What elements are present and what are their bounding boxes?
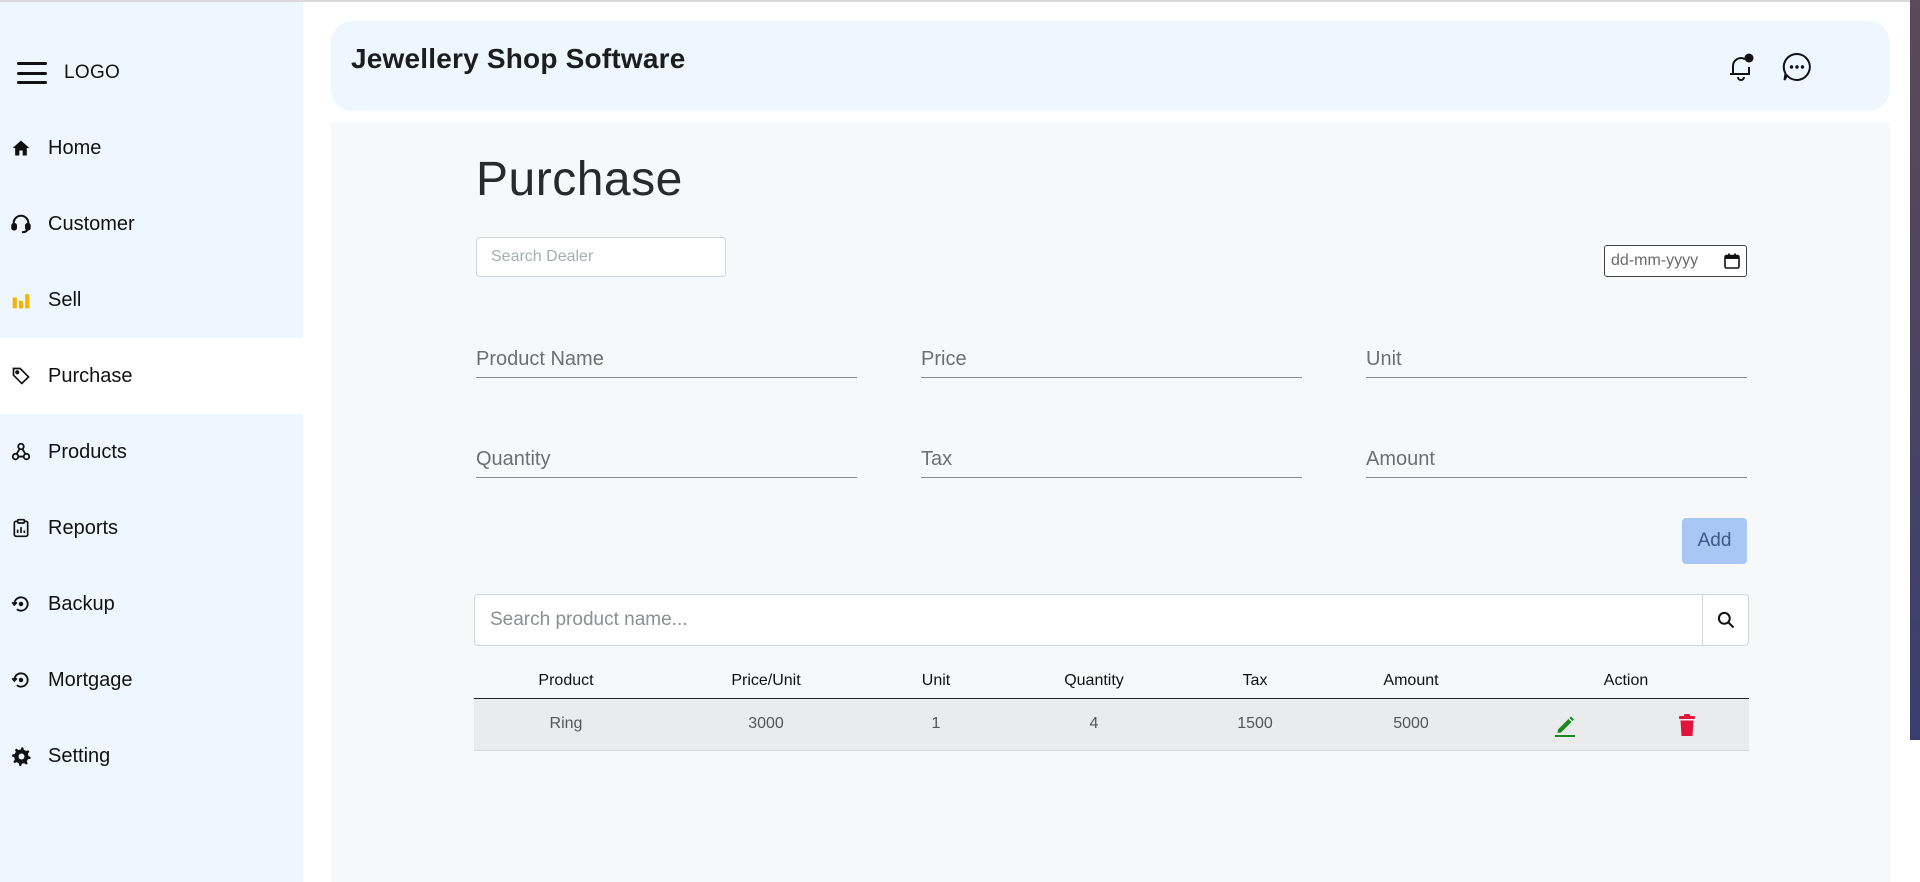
notification-bell-icon[interactable] xyxy=(1724,50,1758,84)
table-header: Product Price/Unit Unit Quantity Tax Amo… xyxy=(474,664,1749,699)
purchase-table: Product Price/Unit Unit Quantity Tax Amo… xyxy=(474,664,1749,751)
product-name-field[interactable]: Product Name xyxy=(476,338,857,378)
price-field[interactable]: Price xyxy=(921,338,1302,378)
delete-icon[interactable] xyxy=(1674,712,1700,738)
clipboard-icon xyxy=(10,517,32,539)
top-header: Jewellery Shop Software xyxy=(331,21,1890,111)
window-edge-strip xyxy=(1910,0,1920,740)
unit-field[interactable]: Unit xyxy=(1366,338,1747,378)
search-product-input[interactable] xyxy=(474,594,1703,646)
home-icon xyxy=(10,137,32,159)
field-label: Price xyxy=(921,348,967,370)
sidebar-item-label: Backup xyxy=(48,592,115,615)
tag-icon xyxy=(10,365,32,387)
sidebar-item-products[interactable]: Products xyxy=(0,414,303,490)
sidebar-item-setting[interactable]: Setting xyxy=(0,718,303,794)
field-label: Quantity xyxy=(476,448,551,470)
date-picker-input[interactable]: dd-mm-yyyy xyxy=(1604,245,1747,277)
tax-field[interactable]: Tax xyxy=(921,438,1302,478)
product-search-bar xyxy=(474,594,1749,646)
hamburger-menu-icon[interactable] xyxy=(17,62,47,84)
search-icon xyxy=(1717,611,1734,629)
logo-text: LOGO xyxy=(64,62,121,83)
column-header-quantity: Quantity xyxy=(1064,672,1124,689)
cell-price-unit: 3000 xyxy=(748,715,784,732)
cell-product: Ring xyxy=(549,715,583,732)
column-header-product: Product xyxy=(538,672,594,689)
sidebar-item-label: Reports xyxy=(48,516,119,539)
cell-unit: 1 xyxy=(931,715,941,732)
sidebar-item-reports[interactable]: Reports xyxy=(0,490,303,566)
column-header-unit: Unit xyxy=(921,672,951,689)
cell-amount: 5000 xyxy=(1393,715,1429,732)
sidebar-item-customer[interactable]: Customer xyxy=(0,186,303,262)
sidebar-item-label: Customer xyxy=(48,212,135,235)
quantity-field[interactable]: Quantity xyxy=(476,438,857,478)
sidebar-item-label: Sell xyxy=(48,288,82,311)
sidebar-item-mortgage[interactable]: Mortgage xyxy=(0,642,303,718)
sidebar: LOGO Home Customer Sell Purchase Product… xyxy=(0,2,303,882)
app-title: Jewellery Shop Software xyxy=(351,43,686,74)
sidebar-item-label: Products xyxy=(48,440,127,463)
sidebar-brand: LOGO xyxy=(17,58,120,88)
bar-chart-icon xyxy=(10,289,32,311)
field-label: Product Name xyxy=(476,348,604,370)
table-row: Ring 3000 1 4 1500 5000 xyxy=(474,699,1749,751)
column-header-action: Action xyxy=(1603,672,1649,689)
sidebar-item-label: Purchase xyxy=(48,364,133,387)
page-title: Purchase xyxy=(476,153,683,206)
sidebar-item-home[interactable]: Home xyxy=(0,110,303,186)
history-icon xyxy=(10,669,32,691)
sidebar-nav: Home Customer Sell Purchase Products Rep… xyxy=(0,110,303,794)
main-content: Purchase dd-mm-yyyy Product Name Price U… xyxy=(331,122,1890,882)
column-header-tax: Tax xyxy=(1242,672,1268,689)
field-label: Amount xyxy=(1366,448,1435,470)
cell-tax: 1500 xyxy=(1237,715,1273,732)
add-button[interactable]: Add xyxy=(1682,518,1747,564)
headset-icon xyxy=(10,213,32,235)
sidebar-item-label: Setting xyxy=(48,744,111,767)
chat-icon[interactable] xyxy=(1780,50,1814,84)
sidebar-item-label: Home xyxy=(48,136,102,159)
column-header-amount: Amount xyxy=(1383,672,1439,689)
search-button[interactable] xyxy=(1703,594,1749,646)
webhook-icon xyxy=(10,441,32,463)
gear-icon xyxy=(10,745,32,767)
sidebar-item-label: Mortgage xyxy=(48,668,133,691)
amount-field[interactable]: Amount xyxy=(1366,438,1747,478)
calendar-icon[interactable] xyxy=(1724,253,1740,269)
sidebar-item-purchase[interactable]: Purchase xyxy=(0,338,303,414)
field-label: Unit xyxy=(1366,348,1402,370)
sidebar-item-sell[interactable]: Sell xyxy=(0,262,303,338)
edit-icon[interactable] xyxy=(1552,712,1578,738)
date-placeholder: dd-mm-yyyy xyxy=(1611,252,1699,269)
field-label: Tax xyxy=(921,448,953,470)
column-header-price-unit: Price/Unit xyxy=(731,672,801,689)
cell-quantity: 4 xyxy=(1089,715,1099,732)
search-dealer-input[interactable] xyxy=(476,237,726,277)
history-icon xyxy=(10,593,32,615)
sidebar-item-backup[interactable]: Backup xyxy=(0,566,303,642)
